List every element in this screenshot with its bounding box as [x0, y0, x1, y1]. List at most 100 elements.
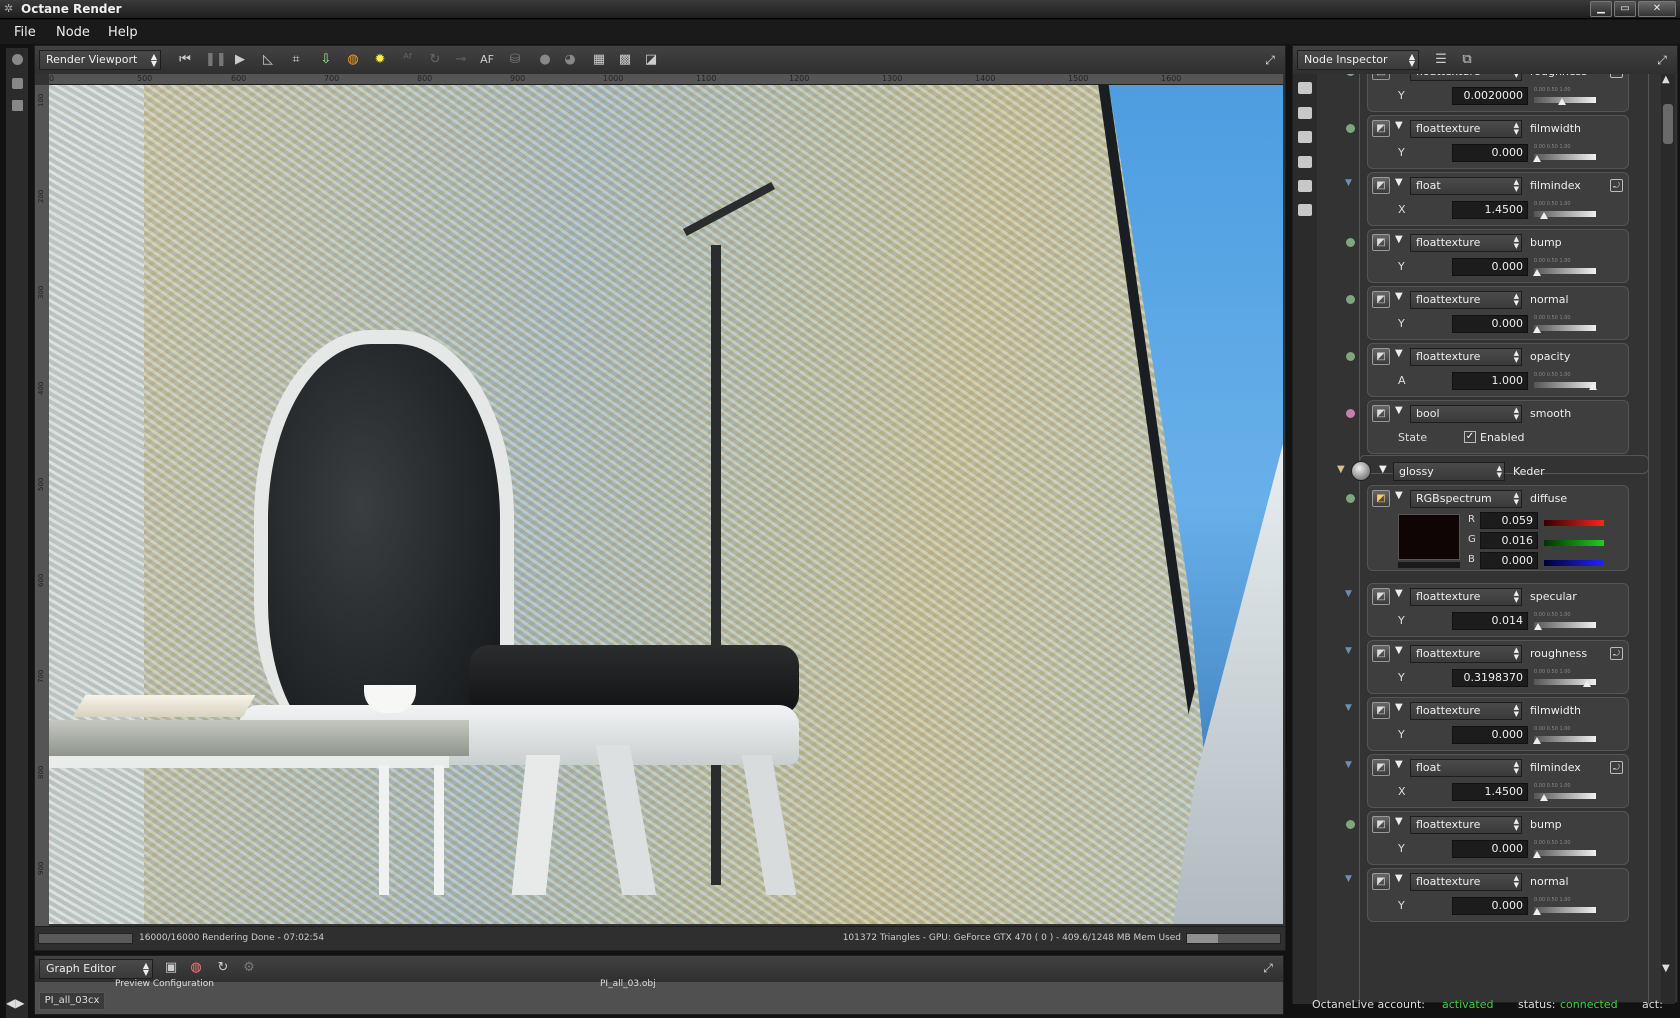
record-icon[interactable]	[12, 54, 23, 65]
value-field[interactable]: 0.000	[1452, 840, 1528, 858]
list-icon[interactable]	[12, 100, 23, 111]
overlay-icon[interactable]: ◪	[643, 52, 659, 68]
collapse-triangle-icon[interactable]: ▼	[1345, 589, 1352, 599]
pause-icon[interactable]: ❚❚	[205, 52, 227, 68]
value-slider[interactable]: 0.00 0.50 1.00	[1533, 258, 1596, 276]
collapse-triangle-icon[interactable]: ▼	[1345, 760, 1352, 770]
graph-editor-selector[interactable]: Graph Editor ▲ ▼	[39, 959, 153, 979]
mesh-icon[interactable]	[1298, 107, 1312, 119]
graph-canvas[interactable]: Preview Configuration PI_all_03.obj	[35, 979, 1283, 1014]
node-type-selector[interactable]: floattexture ▲▼	[1410, 291, 1522, 309]
sphere-alt-icon[interactable]: ◕	[562, 52, 578, 68]
expand-icon[interactable]: ▼	[1395, 588, 1403, 599]
node-type-selector[interactable]: floattexture ▲▼	[1410, 234, 1522, 252]
node-type-selector[interactable]: float ▲ ▼	[1410, 177, 1522, 195]
value-field[interactable]: 1.4500	[1452, 201, 1528, 219]
scroll-up-icon[interactable]: ▲	[1662, 74, 1670, 85]
graph-node-label[interactable]: Preview Configuration	[115, 979, 214, 989]
material-ball-icon[interactable]	[1351, 461, 1371, 481]
node-type-selector[interactable]: bool ▲ ▼	[1410, 405, 1522, 423]
node-type-selector[interactable]: floattexture ▲▼	[1410, 588, 1522, 606]
pin-dot-icon[interactable]	[1346, 494, 1355, 503]
inspector-scrollbar[interactable]: ▲ ▼	[1661, 74, 1675, 1004]
slider-knob[interactable]	[1539, 794, 1548, 801]
node-type-selector[interactable]: floattexture ▲▼	[1410, 74, 1522, 81]
texture-node-icon[interactable]: ◩	[1372, 348, 1390, 365]
node-type-selector[interactable]: floattexture ▲▼	[1410, 873, 1522, 891]
value-field[interactable]: 0.0020000	[1452, 87, 1528, 105]
render-image[interactable]	[49, 85, 1283, 924]
viewport-selector[interactable]: Render Viewport ▲ ▼	[39, 50, 161, 70]
expand-icon[interactable]: ▼	[1379, 464, 1387, 475]
slider-knob[interactable]	[1558, 98, 1567, 105]
maximize-inspector-icon[interactable]: ⤢	[1655, 53, 1669, 67]
refresh-icon[interactable]: ↻	[215, 960, 231, 976]
material-picker-icon[interactable]: ◍	[345, 52, 361, 68]
value-slider[interactable]: 0.00 0.50 1.00	[1533, 726, 1596, 744]
slider-knob[interactable]	[1533, 908, 1541, 915]
texture-node-icon[interactable]: ◩	[1372, 177, 1390, 194]
graph-icon[interactable]	[1298, 204, 1312, 216]
texture-node-icon[interactable]: ◩	[1372, 588, 1390, 605]
expand-icon[interactable]: ▼	[1395, 816, 1403, 827]
channel-slider[interactable]	[1544, 560, 1604, 566]
pin-dot-icon[interactable]	[1346, 352, 1355, 361]
node-type-selector[interactable]: floattexture ▲▼	[1410, 702, 1522, 720]
value-slider[interactable]: 0.00 0.50 1.00	[1534, 669, 1596, 687]
scroll-down-icon[interactable]: ▼	[1662, 963, 1670, 974]
value-slider[interactable]: 0.00 0.50 1.00	[1533, 612, 1596, 630]
collapse-all-icon[interactable]: ⧉	[1459, 52, 1475, 68]
reload-icon[interactable]: ↻	[427, 52, 443, 68]
expand-icon[interactable]: ▼	[1395, 120, 1403, 131]
clay-icon[interactable]: ⛁	[507, 52, 523, 68]
collapse-triangle-icon[interactable]: ▼	[1337, 464, 1345, 475]
grid-icon[interactable]: ▦	[591, 52, 607, 68]
value-slider[interactable]: 0.00 0.50 1.00	[1534, 201, 1596, 219]
link-icon[interactable]: ⤾	[1610, 179, 1623, 192]
pin-dot-icon[interactable]	[1346, 124, 1355, 133]
texture-node-icon[interactable]: ◩	[1372, 291, 1390, 308]
nav-arrows[interactable]: ◀▶	[6, 996, 24, 1010]
texture-node-icon[interactable]: ◩	[1372, 405, 1390, 422]
texture-node-icon[interactable]: ◩	[1372, 234, 1390, 251]
material-type-selector[interactable]: glossy ▲ ▼	[1393, 462, 1505, 481]
graph-node-label[interactable]: PI_all_03.obj	[600, 979, 656, 989]
collapse-triangle-icon[interactable]: ▼	[1345, 874, 1352, 884]
value-slider[interactable]: 0.00 0.50 1.00	[1533, 144, 1596, 162]
value-field[interactable]: 0.000	[1452, 726, 1528, 744]
collapse-triangle-icon[interactable]: ▼	[1345, 178, 1352, 188]
slider-knob[interactable]	[1589, 383, 1597, 390]
region-icon[interactable]: ⌗	[288, 52, 304, 68]
pin-dot-icon[interactable]	[1346, 238, 1355, 247]
save-graph-icon[interactable]: ▣	[163, 960, 179, 976]
rgb-node-icon[interactable]: ◩	[1372, 490, 1390, 507]
expand-all-icon[interactable]: ☰	[1433, 52, 1449, 68]
expand-icon[interactable]: ▼	[1395, 348, 1403, 359]
minimize-button[interactable]: ▁	[1590, 1, 1612, 17]
value-field[interactable]: 0.000	[1452, 897, 1528, 915]
picture-icon[interactable]	[1298, 180, 1312, 192]
close-button[interactable]: ✕	[1638, 1, 1676, 17]
value-slider[interactable]: 0.00 0.50 1.00	[1534, 372, 1597, 390]
texture-node-icon[interactable]: ◩	[1372, 645, 1390, 662]
maximize-viewport-icon[interactable]: ⤢	[1263, 53, 1277, 67]
maximize-button[interactable]: ▭	[1614, 1, 1636, 17]
expand-icon[interactable]: ▼	[1395, 645, 1403, 656]
autofocus-button[interactable]: AF	[479, 52, 495, 68]
menu-file[interactable]: File	[14, 25, 36, 40]
zoom-icon[interactable]	[12, 78, 23, 89]
value-field[interactable]: 0.000	[1452, 144, 1528, 162]
channel-value-field[interactable]: 0.016	[1480, 532, 1538, 549]
node-type-selector[interactable]: float ▲ ▼	[1410, 759, 1522, 777]
pin-dot-icon[interactable]	[1346, 295, 1355, 304]
maximize-graph-icon[interactable]: ⤢	[1261, 961, 1275, 975]
expand-icon[interactable]: ▼	[1395, 177, 1403, 188]
film-icon[interactable]	[1298, 131, 1312, 143]
node-type-selector[interactable]: floattexture ▲▼	[1410, 120, 1522, 138]
pin-icon[interactable]: ⊸	[453, 52, 469, 68]
sun-icon[interactable]: ✹	[372, 52, 388, 68]
menu-node[interactable]: Node	[56, 25, 90, 40]
environment-icon[interactable]	[1298, 156, 1312, 168]
value-field[interactable]: 0.000	[1452, 315, 1528, 333]
rewind-icon[interactable]: ⏮	[177, 52, 193, 68]
